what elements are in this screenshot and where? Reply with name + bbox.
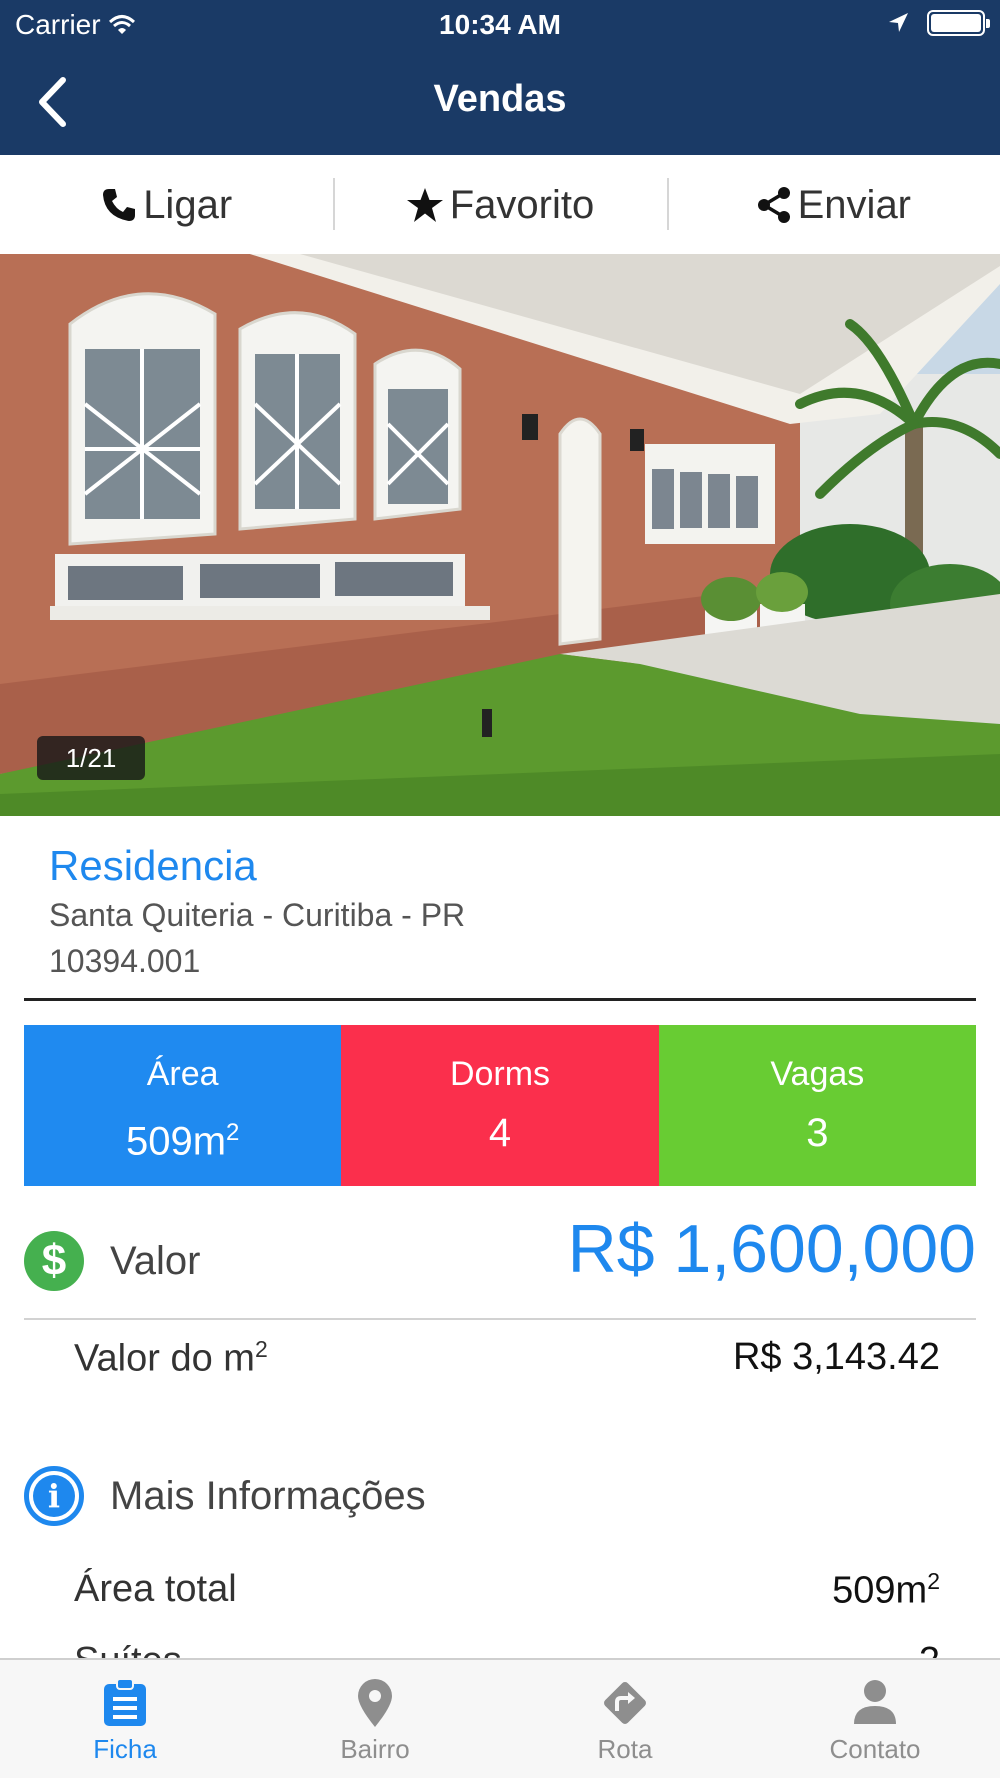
stat-parking-value: 3	[806, 1111, 829, 1155]
more-info-header: i Mais Informações	[24, 1466, 976, 1530]
tab-ficha-label: Ficha	[93, 1734, 157, 1764]
price-per-m2-label: Valor do m	[74, 1337, 255, 1380]
property-photo	[0, 254, 1000, 816]
listing-info: Residencia Santa Quiteria - Curitiba - P…	[49, 840, 465, 984]
price-label: Valor	[110, 1239, 201, 1283]
price-per-m2-value: R$ 3,143.42	[732, 1336, 940, 1378]
property-photo-carousel[interactable]: 1/21	[0, 254, 1000, 816]
property-code: 10394.001	[49, 943, 201, 979]
call-button[interactable]: Ligar	[0, 155, 333, 255]
tab-bairro-label: Bairro	[340, 1734, 410, 1764]
share-icon	[757, 187, 790, 223]
divider	[24, 998, 976, 1001]
favorite-button[interactable]: Favorito	[333, 155, 666, 255]
more-info-title: Mais Informações	[110, 1474, 426, 1518]
stat-area-unit: 2	[226, 1119, 240, 1146]
tab-contato-label: Contato	[829, 1734, 921, 1764]
action-bar: Ligar Favorito Enviar	[0, 155, 1000, 255]
photo-counter: 1/21	[37, 736, 145, 780]
status-bar: Carrier 10:34 AM	[0, 0, 1000, 50]
price-per-m2-unit: 2	[254, 1336, 268, 1362]
share-label: Enviar	[797, 182, 912, 227]
page-title: Vendas	[433, 78, 567, 120]
stat-area: Área 509m2	[24, 1025, 342, 1186]
price-value: R$ 1,600,000	[567, 1211, 976, 1287]
nav-bar: Vendas	[0, 50, 1000, 155]
favorite-label: Favorito	[449, 182, 595, 227]
divider	[24, 1318, 976, 1320]
clipboard-icon	[104, 1678, 146, 1726]
stat-dorms-value: 4	[488, 1111, 512, 1155]
tab-bar: Ficha Bairro Rota Contato	[0, 1658, 1000, 1778]
tab-bairro[interactable]: Bairro	[250, 1660, 500, 1778]
top-bar: Carrier 10:34 AM Vendas	[0, 0, 1000, 155]
tab-ficha[interactable]: Ficha	[0, 1660, 250, 1778]
route-icon	[604, 1682, 646, 1724]
star-icon	[406, 188, 443, 222]
property-type: Residencia	[49, 842, 257, 889]
total-area-label: Área total	[74, 1568, 237, 1610]
location-arrow-icon	[889, 13, 908, 32]
call-label: Ligar	[143, 182, 233, 227]
tab-rota[interactable]: Rota	[500, 1660, 750, 1778]
person-icon	[854, 1680, 896, 1724]
tab-rota-label: Rota	[597, 1734, 653, 1764]
share-button[interactable]: Enviar	[666, 155, 1000, 255]
property-address: Santa Quiteria - Curitiba - PR	[49, 897, 466, 933]
stat-area-value: 509m	[125, 1119, 227, 1164]
stat-dorms-label: Dorms	[449, 1055, 551, 1093]
stat-area-label: Área	[146, 1055, 219, 1093]
stat-dorms: Dorms 4	[341, 1025, 659, 1186]
stat-parking-label: Vagas	[770, 1055, 865, 1093]
total-area-value: 509m	[832, 1569, 928, 1612]
property-stats: Área 509m2 Dorms 4 Vagas 3	[24, 1025, 976, 1186]
price-row: $ Valor R$ 1,600,000	[24, 1211, 976, 1312]
stat-parking: Vagas 3	[658, 1025, 976, 1186]
tab-contato[interactable]: Contato	[750, 1660, 1000, 1778]
clock: 10:34 AM	[439, 9, 561, 40]
total-area-unit: 2	[927, 1568, 940, 1594]
phone-icon	[103, 189, 136, 221]
info-icon: i	[24, 1466, 84, 1526]
battery-icon	[927, 10, 990, 36]
dollar-icon: $	[24, 1231, 84, 1291]
map-pin-icon	[358, 1679, 392, 1727]
